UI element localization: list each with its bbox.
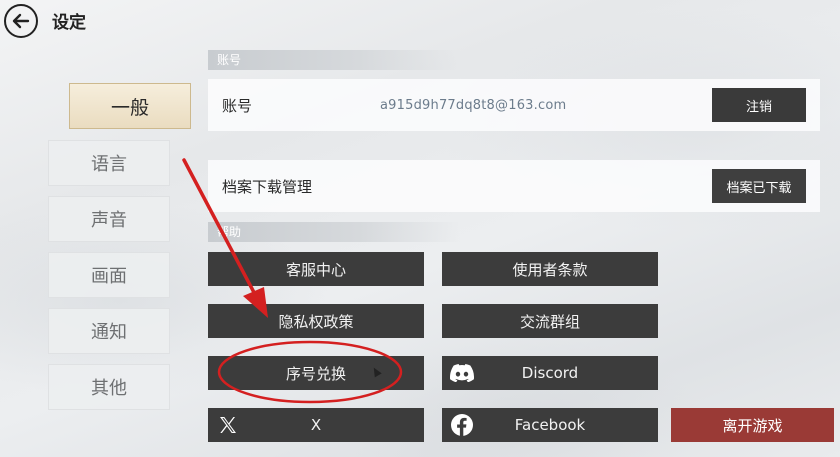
discord-icon [450,361,474,385]
facebook-label: Facebook [514,416,586,434]
x-button[interactable]: X [208,408,424,442]
account-row: 账号 a915d9h77dq8t8@163.com 注销 [208,79,820,131]
facebook-icon [450,413,474,437]
account-value: a915d9h77dq8t8@163.com [380,97,567,113]
x-logo-icon [216,413,240,437]
menu-item-sound[interactable]: 声音 [48,196,170,242]
menu-item-other[interactable]: 其他 [48,364,170,410]
exit-game-button[interactable]: 离开游戏 [671,408,834,442]
facebook-button[interactable]: Facebook [442,408,658,442]
menu-item-notification[interactable]: 通知 [48,308,170,354]
help-section-header: 帮助 [208,222,460,242]
terms-of-use-button[interactable]: 使用者条款 [442,252,658,286]
redeem-code-button[interactable]: 序号兑换 [208,356,424,390]
x-label: X [310,416,322,434]
page-title: 设定 [52,13,86,33]
menu-item-language[interactable]: 语言 [48,140,170,186]
back-button[interactable] [4,4,38,38]
account-label: 账号 [222,96,253,115]
archive-downloaded-button[interactable]: 档案已下载 [712,169,806,203]
back-arrow-icon [12,13,30,29]
archive-row: 档案下载管理 档案已下载 [208,160,820,212]
community-group-button[interactable]: 交流群组 [442,304,658,338]
menu-item-general[interactable]: 一般 [69,83,191,129]
account-section-header: 账号 [208,50,460,70]
logout-button[interactable]: 注销 [712,88,806,122]
archive-label: 档案下载管理 [222,177,313,196]
customer-service-button[interactable]: 客服中心 [208,252,424,286]
menu-item-display[interactable]: 画面 [48,252,170,298]
discord-button[interactable]: Discord [442,356,658,390]
privacy-policy-button[interactable]: 隐私权政策 [208,304,424,338]
discord-label: Discord [521,364,579,382]
